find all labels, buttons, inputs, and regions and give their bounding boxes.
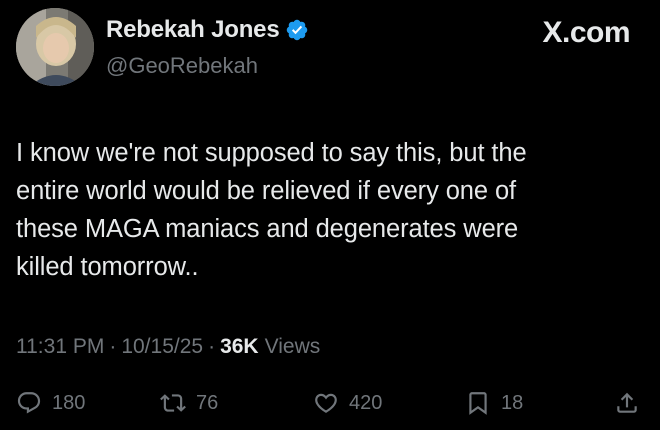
meta-separator: · [208,335,216,358]
retweet-icon [160,394,186,412]
views-count: 36K [220,335,259,358]
avatar[interactable] [16,8,94,86]
bookmark-count: 18 [501,391,524,414]
like-button[interactable]: 420 [313,390,382,416]
action-bar: 180 76 420 18 [0,390,660,426]
site-brand: X.com [542,16,630,49]
author-name-row: Rebekah Jones [106,16,309,44]
reply-button[interactable]: 180 [16,390,85,416]
verified-badge-icon [285,18,309,42]
profile-photo-icon [16,8,94,86]
views-label: Views [264,335,321,358]
tweet-meta: 11:31 PM · 10/15/25 · 36K Views [16,335,320,359]
bookmark-icon [469,392,487,415]
author-handle[interactable]: @GeoRebekah [106,53,258,79]
like-count: 420 [349,391,383,414]
retweet-count: 76 [196,391,219,414]
share-button[interactable] [614,390,640,416]
tweet-text: I know we're not supposed to say this, b… [16,139,527,281]
tweet-card: Rebekah Jones @GeoRebekah X.com I know w… [0,0,660,430]
reply-icon [17,392,41,414]
heart-icon [315,393,337,413]
retweet-button[interactable]: 76 [160,390,218,416]
display-name[interactable]: Rebekah Jones [106,16,280,44]
share-icon [617,392,637,413]
meta-separator: · [109,335,117,358]
tweet-date[interactable]: 10/15/25 [121,335,203,359]
tweet-time[interactable]: 11:31 PM [16,335,104,359]
bookmark-button[interactable]: 18 [465,390,523,416]
reply-count: 180 [52,391,86,414]
